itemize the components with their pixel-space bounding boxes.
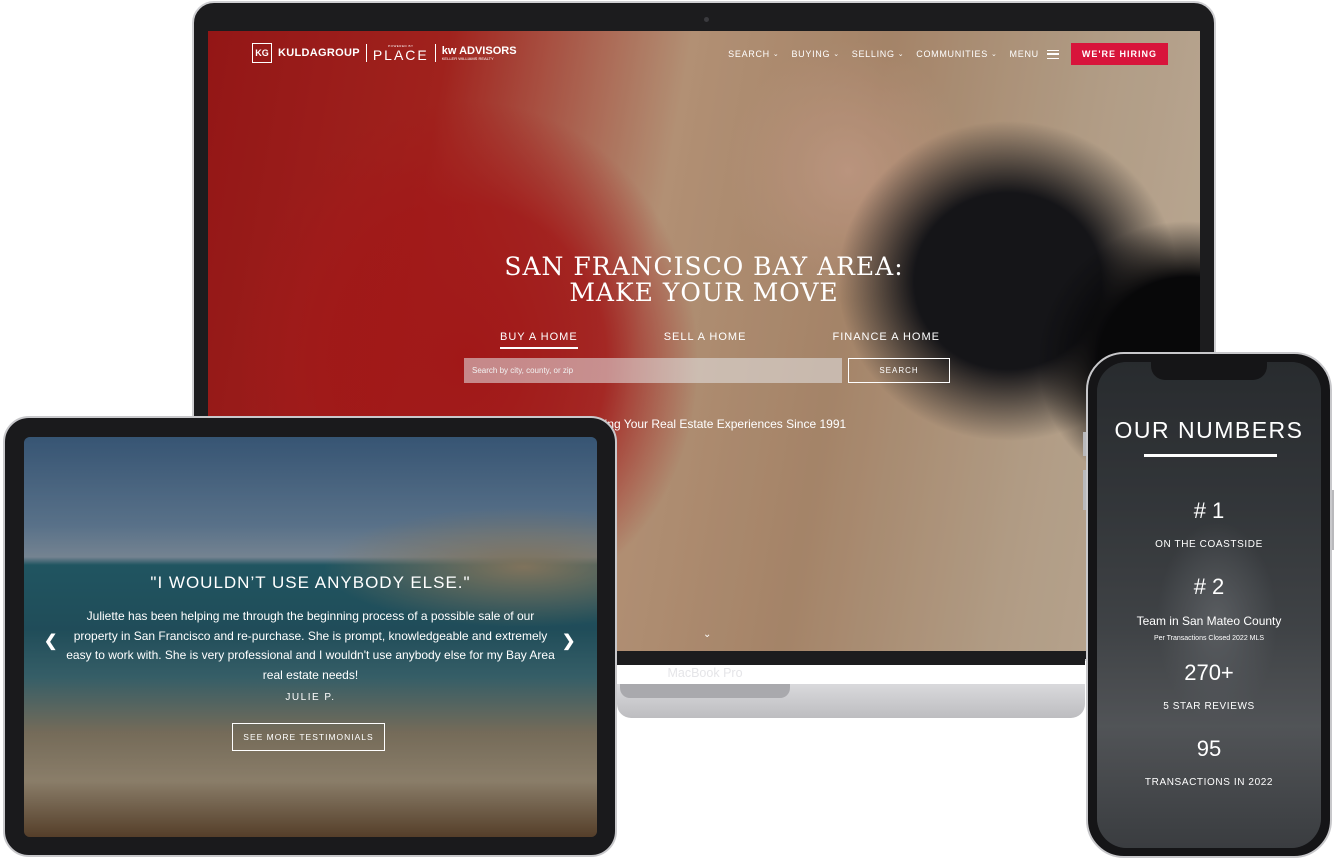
logo-brand: KULDAGROUP [278,47,360,59]
laptop-camera [704,17,709,22]
tab-finance-a-home[interactable]: FINANCE A HOME [832,331,940,349]
stat-label: 5 STAR REVIEWS [1163,701,1255,712]
chevron-down-icon: ⌄ [833,51,840,58]
stat-label: Team in San Mateo County [1136,614,1282,628]
logo-divider [434,44,436,62]
tablet-screen: "I WOULDN’T USE ANYBODY ELSE." Juliette … [24,437,597,837]
phone-notch [1151,360,1267,380]
arrow-right-icon[interactable]: ❯ [562,631,575,651]
laptop-hinge [617,651,1085,665]
main-nav: SEARCH ⌄ BUYING ⌄ SELLING ⌄ COMMUNITIES ⌄ ME… [728,43,1168,65]
chevron-down-icon: ⌄ [897,51,905,58]
stat-value: 270+ [1184,660,1234,685]
chevron-down-icon: ⌄ [990,51,998,58]
device-label: MacBook Pro [667,666,743,680]
hamburger-icon [1046,49,1059,59]
stat-label: ON THE COASTSIDE [1155,539,1263,550]
phone-screen: OUR NUMBERS # 1 ON THE COASTSIDE # 2 Tea… [1097,362,1321,848]
logo-kw-sub: KELLER WILLIAMS REALTY [441,55,494,61]
testimonial-title: "I WOULDN’T USE ANYBODY ELSE." [150,573,471,592]
logo-place: PLACE [372,46,429,63]
nav-item-search[interactable]: SEARCH ⌄ [728,49,779,59]
nav-item-selling[interactable]: SELLING ⌄ [852,49,905,59]
hero-title: SAN FRANCISCO BAY AREA: MAKE YOUR MOVE [504,252,904,307]
logo-monogram: KG [252,43,272,63]
arrow-left-icon[interactable]: ❮ [44,631,57,651]
tab-sell-a-home[interactable]: SELL A HOME [664,331,747,349]
testimonial-body: Juliette has been helping me through the… [66,609,555,682]
stat-value: # 2 [1193,574,1225,599]
chevron-down-icon: ⌄ [772,51,780,58]
menu-button[interactable]: MENU [1010,49,1059,59]
hero-tagline: ning Your Real Estate Experiences Since … [598,417,847,431]
logo-divider [365,44,367,62]
scroll-down-icon[interactable]: ⌄ [703,629,711,640]
tab-buy-a-home[interactable]: BUY A HOME [500,331,578,349]
stat-sub: Per Transactions Closed 2022 MLS [1153,635,1265,642]
search-button[interactable]: SEARCH [848,358,950,383]
site-logo[interactable]: KG KULDAGROUP POWERED BY PLACE kw ADVISO… [252,43,517,63]
stat-label: TRANSACTIONS IN 2022 [1144,777,1274,788]
logo-kw: kw ADVISORS [441,44,517,57]
nav-item-buying[interactable]: BUYING ⌄ [791,49,839,59]
see-more-testimonials-button[interactable]: SEE MORE TESTIMONIALS [232,723,385,751]
testimonial-author: JULIE P. [285,692,336,703]
nav-item-communities[interactable]: COMMUNITIES ⌄ [916,49,997,59]
laptop-notch [620,684,790,698]
hiring-button[interactable]: WE'RE HIRING [1070,43,1168,65]
stat-value: # 1 [1193,498,1225,523]
stat-value: 95 [1196,736,1222,761]
hero-tabs: BUY A HOME SELL A HOME FINANCE A HOME [500,331,940,349]
numbers-title: OUR NUMBERS [1114,417,1304,443]
search-input[interactable] [464,358,842,383]
title-underline [1144,454,1277,457]
